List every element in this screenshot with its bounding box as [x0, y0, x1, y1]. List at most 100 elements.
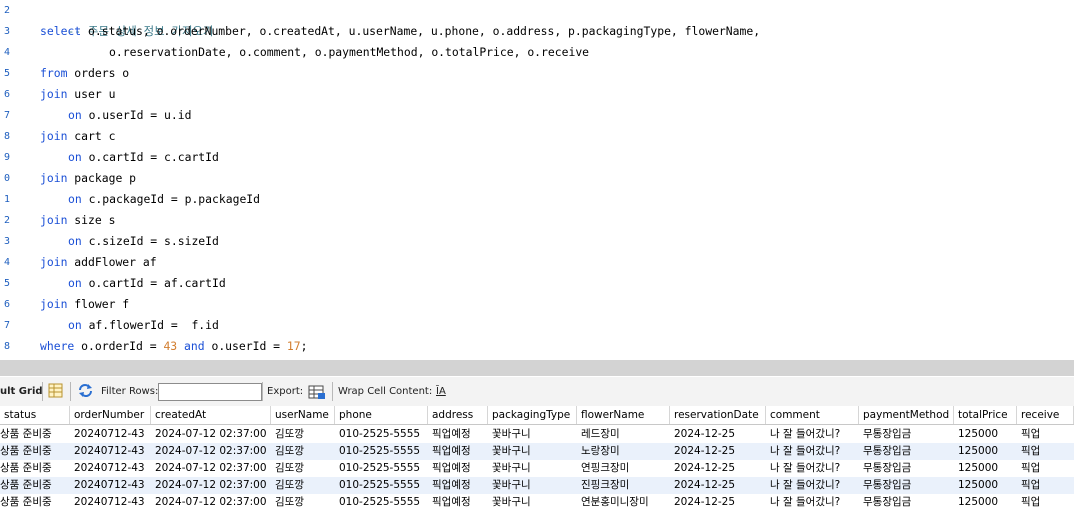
column-header-receive[interactable]: receive	[1017, 406, 1074, 424]
cell-phone[interactable]: 010-2525-5555	[335, 443, 428, 460]
cell-totalprice[interactable]: 125000	[954, 460, 1017, 477]
cell-createdat[interactable]: 2024-07-12 02:37:00	[151, 443, 271, 460]
cell-createdat[interactable]: 2024-07-12 02:37:00	[151, 460, 271, 477]
cell-createdat[interactable]: 2024-07-12 02:37:00	[151, 494, 271, 511]
column-header-username[interactable]: userName	[271, 406, 335, 424]
cell-ordernumber[interactable]: 20240712-43	[70, 477, 151, 494]
cell-createdat[interactable]: 2024-07-12 02:37:00	[151, 477, 271, 494]
cell-ordernumber[interactable]: 20240712-43	[70, 426, 151, 443]
table-row[interactable]: 상품 준비중 20240712-43 2024-07-12 02:37:00 김…	[0, 494, 1074, 511]
column-header-totalprice[interactable]: totalPrice	[954, 406, 1017, 424]
column-header-reservationdate[interactable]: reservationDate	[670, 406, 766, 424]
line-number: 7	[3, 110, 10, 121]
export-icon[interactable]	[308, 384, 326, 400]
result-grid-tab[interactable]: ult Grid	[0, 377, 43, 406]
cell-reservationdate[interactable]: 2024-12-25	[670, 477, 766, 494]
cell-packagingtype[interactable]: 꽃바구니	[488, 443, 577, 460]
cell-username[interactable]: 김또깡	[271, 460, 335, 477]
table-row[interactable]: 상품 준비중 20240712-43 2024-07-12 02:37:00 김…	[0, 477, 1074, 494]
column-header-ordernumber[interactable]: orderNumber	[70, 406, 151, 424]
cell-flowername[interactable]: 연분홍미니장미	[577, 494, 670, 511]
wrap-cell-content-icon[interactable]: ĪA	[436, 377, 446, 406]
line-number: 4	[3, 47, 10, 58]
cell-receive[interactable]: 픽업	[1017, 477, 1074, 494]
cell-status[interactable]: 상품 준비중	[0, 460, 70, 477]
cell-status[interactable]: 상품 준비중	[0, 494, 70, 511]
column-header-status[interactable]: status	[0, 406, 70, 424]
cell-flowername[interactable]: 레드장미	[577, 426, 670, 443]
cell-flowername[interactable]: 노랑장미	[577, 443, 670, 460]
cell-paymentmethod[interactable]: 무통장입금	[859, 477, 954, 494]
cell-address[interactable]: 픽업예정	[428, 426, 488, 443]
cell-flowername[interactable]: 진핑크장미	[577, 477, 670, 494]
cell-packagingtype[interactable]: 꽃바구니	[488, 494, 577, 511]
cell-totalprice[interactable]: 125000	[954, 477, 1017, 494]
cell-comment[interactable]: 나 잘 들어갔니?	[766, 477, 859, 494]
cell-paymentmethod[interactable]: 무통장입금	[859, 426, 954, 443]
cell-address[interactable]: 픽업예정	[428, 443, 488, 460]
code-line: join cart c	[40, 126, 115, 147]
cell-reservationdate[interactable]: 2024-12-25	[670, 460, 766, 477]
cell-comment[interactable]: 나 잘 들어갔니?	[766, 443, 859, 460]
cell-reservationdate[interactable]: 2024-12-25	[670, 443, 766, 460]
column-header-flowername[interactable]: flowerName	[577, 406, 670, 424]
cell-address[interactable]: 픽업예정	[428, 460, 488, 477]
code-line: select o.status, o.orderNumber, o.create…	[40, 21, 760, 42]
toolbar-divider	[262, 382, 263, 401]
column-header-paymentmethod[interactable]: paymentMethod	[859, 406, 954, 424]
cell-comment[interactable]: 나 잘 들어갔니?	[766, 426, 859, 443]
column-header-comment[interactable]: comment	[766, 406, 859, 424]
cell-ordernumber[interactable]: 20240712-43	[70, 460, 151, 477]
cell-phone[interactable]: 010-2525-5555	[335, 477, 428, 494]
cell-status[interactable]: 상품 준비중	[0, 443, 70, 460]
cell-receive[interactable]: 픽업	[1017, 443, 1074, 460]
refresh-icon[interactable]	[77, 383, 94, 399]
cell-comment[interactable]: 나 잘 들어갔니?	[766, 494, 859, 511]
cell-phone[interactable]: 010-2525-5555	[335, 426, 428, 443]
cell-totalprice[interactable]: 125000	[954, 443, 1017, 460]
sql-text: o.userId =	[204, 339, 287, 353]
cell-createdat[interactable]: 2024-07-12 02:37:00	[151, 426, 271, 443]
cell-totalprice[interactable]: 125000	[954, 494, 1017, 511]
sql-text: o.reservationDate, o.comment, o.paymentM…	[109, 45, 590, 59]
cell-status[interactable]: 상품 준비중	[0, 477, 70, 494]
cell-address[interactable]: 픽업예정	[428, 494, 488, 511]
cell-reservationdate[interactable]: 2024-12-25	[670, 494, 766, 511]
cell-totalprice[interactable]: 125000	[954, 426, 1017, 443]
sql-editor[interactable]: 2 3 4 5 6 7 8 9 0 1 2 3 4 5 6 7 8 -- 주문 …	[0, 0, 1074, 360]
panel-splitter[interactable]	[0, 360, 1074, 376]
table-row[interactable]: 상품 준비중 20240712-43 2024-07-12 02:37:00 김…	[0, 426, 1074, 443]
cell-comment[interactable]: 나 잘 들어갔니?	[766, 460, 859, 477]
cell-username[interactable]: 김또깡	[271, 494, 335, 511]
cell-username[interactable]: 김또깡	[271, 477, 335, 494]
cell-packagingtype[interactable]: 꽃바구니	[488, 426, 577, 443]
cell-phone[interactable]: 010-2525-5555	[335, 460, 428, 477]
cell-paymentmethod[interactable]: 무통장입금	[859, 494, 954, 511]
cell-status[interactable]: 상품 준비중	[0, 426, 70, 443]
cell-packagingtype[interactable]: 꽃바구니	[488, 460, 577, 477]
cell-paymentmethod[interactable]: 무통장입금	[859, 460, 954, 477]
cell-ordernumber[interactable]: 20240712-43	[70, 443, 151, 460]
table-row[interactable]: 상품 준비중 20240712-43 2024-07-12 02:37:00 김…	[0, 443, 1074, 460]
cell-username[interactable]: 김또깡	[271, 443, 335, 460]
sql-text: flower f	[67, 297, 130, 311]
cell-paymentmethod[interactable]: 무통장입금	[859, 443, 954, 460]
cell-flowername[interactable]: 연핑크장미	[577, 460, 670, 477]
column-header-address[interactable]: address	[428, 406, 488, 424]
cell-username[interactable]: 김또깡	[271, 426, 335, 443]
column-header-phone[interactable]: phone	[335, 406, 428, 424]
sql-text: orders o	[67, 66, 130, 80]
cell-receive[interactable]: 픽업	[1017, 494, 1074, 511]
grid-view-icon[interactable]	[48, 383, 63, 399]
table-row[interactable]: 상품 준비중 20240712-43 2024-07-12 02:37:00 김…	[0, 460, 1074, 477]
column-header-packagingtype[interactable]: packagingType	[488, 406, 577, 424]
column-header-createdat[interactable]: createdAt	[151, 406, 271, 424]
cell-receive[interactable]: 픽업	[1017, 460, 1074, 477]
cell-receive[interactable]: 픽업	[1017, 426, 1074, 443]
cell-packagingtype[interactable]: 꽃바구니	[488, 477, 577, 494]
cell-reservationdate[interactable]: 2024-12-25	[670, 426, 766, 443]
filter-rows-input[interactable]	[158, 383, 262, 401]
cell-phone[interactable]: 010-2525-5555	[335, 494, 428, 511]
cell-address[interactable]: 픽업예정	[428, 477, 488, 494]
cell-ordernumber[interactable]: 20240712-43	[70, 494, 151, 511]
